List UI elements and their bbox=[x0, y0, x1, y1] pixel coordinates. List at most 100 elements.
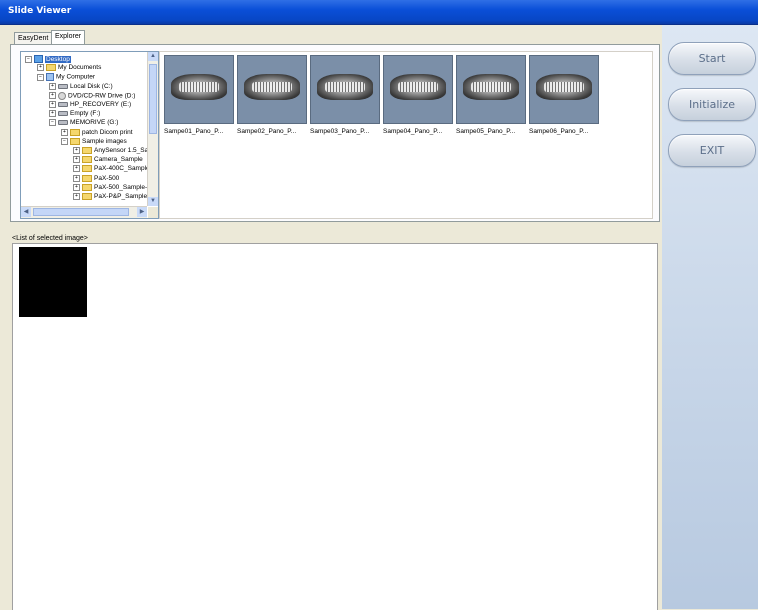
thumbnail-label: Sampe01_Pano_P... bbox=[164, 128, 224, 135]
collapse-icon[interactable]: − bbox=[25, 55, 32, 63]
tree-node[interactable]: + Local Disk (C:) bbox=[49, 82, 113, 91]
tree-node-label: PaX-500_Sample- bbox=[94, 184, 147, 192]
image-thumbnail-item[interactable]: Sampe02_Pano_P... bbox=[237, 55, 307, 135]
tree-node[interactable]: + PaX-500 bbox=[73, 174, 120, 183]
expand-icon[interactable]: + bbox=[73, 174, 80, 182]
thumbnail-label: Sampe03_Pano_P... bbox=[310, 128, 370, 135]
tree-node[interactable]: + DVD/CD-RW Drive (D:) bbox=[49, 91, 136, 100]
expand-icon[interactable]: + bbox=[61, 128, 68, 136]
expand-icon[interactable]: + bbox=[49, 82, 56, 90]
xray-teeth bbox=[179, 82, 219, 92]
scroll-left-icon[interactable]: ◀ bbox=[21, 207, 31, 217]
expand-icon[interactable]: + bbox=[73, 156, 80, 164]
xray-teeth bbox=[471, 82, 511, 92]
start-button[interactable]: Start bbox=[668, 42, 756, 75]
tree-vscroll-thumb[interactable] bbox=[149, 64, 157, 134]
image-thumbnail-item[interactable]: Sampe04_Pano_P... bbox=[383, 55, 453, 135]
title-bar: Slide Viewer bbox=[0, 0, 758, 25]
image-thumbnail-item[interactable]: Sampe06_Pano_P... bbox=[529, 55, 599, 135]
tree-node[interactable]: − Sample images bbox=[61, 137, 127, 146]
tree-node[interactable]: + patch Dicom print bbox=[61, 128, 133, 137]
drive-icon bbox=[58, 120, 68, 126]
tree-node-label: HP_RECOVERY (E:) bbox=[70, 101, 132, 109]
expand-icon[interactable]: + bbox=[49, 110, 56, 118]
tree-vertical-scrollbar[interactable]: ▲ ▼ bbox=[147, 52, 158, 206]
xray-teeth bbox=[325, 82, 365, 92]
tree-hscroll-thumb[interactable] bbox=[33, 208, 129, 216]
tree-node[interactable]: + HP_RECOVERY (E:) bbox=[49, 101, 131, 109]
folder-icon bbox=[46, 64, 56, 72]
thumbnail-panel: Sampe01_Pano_P... Sampe02_Pano_P... Sampe0… bbox=[159, 51, 653, 219]
tree-node-label: PaX-500 bbox=[94, 174, 120, 182]
tree-node[interactable]: + PaX-400C_Sample bbox=[73, 165, 147, 173]
expand-icon[interactable]: + bbox=[49, 101, 56, 108]
tree-node[interactable]: − Desktop bbox=[25, 55, 71, 63]
tree-node-label: PaX-P&P_Sample bbox=[94, 193, 147, 201]
cd-drive-icon bbox=[58, 91, 66, 100]
thumbnail-label: Sampe02_Pano_P... bbox=[237, 128, 297, 135]
collapse-icon[interactable]: − bbox=[61, 137, 68, 145]
collapse-icon[interactable]: − bbox=[37, 73, 44, 81]
image-thumbnail-item[interactable]: Sampe03_Pano_P... bbox=[310, 55, 380, 135]
tab-explorer[interactable]: Explorer bbox=[51, 30, 86, 45]
image-thumbnail-item[interactable]: Sampe05_Pano_P... bbox=[456, 55, 526, 135]
folder-tree[interactable]: − Desktop + My Documents − My Computer + Local … bbox=[20, 51, 159, 219]
folder-icon bbox=[82, 174, 92, 182]
thumbnail-label: Sampe06_Pano_P... bbox=[529, 128, 589, 135]
tree-horizontal-scrollbar[interactable]: ◀ ▶ bbox=[21, 206, 147, 218]
tree-node-label: Sample images bbox=[82, 138, 127, 146]
selected-list-label: <List of selected image> bbox=[12, 235, 88, 242]
drive-icon bbox=[58, 102, 68, 107]
panoramic-xray-image[interactable] bbox=[383, 55, 453, 124]
panoramic-xray-image[interactable] bbox=[164, 55, 234, 124]
initialize-button[interactable]: Initialize bbox=[668, 88, 756, 121]
scroll-right-icon[interactable]: ▶ bbox=[137, 207, 147, 217]
tree-node[interactable]: + Camera_Sample bbox=[73, 156, 143, 164]
tree-node-label: patch Dicom print bbox=[82, 128, 133, 136]
collapse-icon[interactable]: − bbox=[49, 119, 56, 127]
drive-icon bbox=[58, 83, 68, 89]
scroll-down-icon[interactable]: ▼ bbox=[148, 197, 158, 206]
scrollbar-corner bbox=[148, 207, 158, 218]
folder-icon bbox=[82, 156, 92, 164]
expand-icon[interactable]: + bbox=[37, 64, 44, 72]
exit-button[interactable]: EXIT bbox=[668, 134, 756, 167]
tree-node[interactable]: + PaX-P&P_Sample bbox=[73, 193, 147, 201]
image-thumbnail-item[interactable]: Sampe01_Pano_P... bbox=[164, 55, 234, 135]
tree-node[interactable]: − MEMORIVE (G:) bbox=[49, 119, 118, 127]
folder-icon bbox=[70, 137, 80, 145]
tab-easydent[interactable]: EasyDent bbox=[14, 32, 53, 44]
panoramic-xray-image[interactable] bbox=[237, 55, 307, 124]
tree-node[interactable]: + AnySensor 1.5_Sa bbox=[73, 147, 147, 155]
tree-node[interactable]: − My Computer bbox=[37, 73, 96, 82]
expand-icon[interactable]: + bbox=[73, 183, 80, 191]
selected-image-thumbnail[interactable] bbox=[19, 247, 87, 317]
panoramic-xray-image[interactable] bbox=[529, 55, 599, 124]
right-button-panel: Start Initialize EXIT bbox=[662, 25, 758, 609]
folder-icon bbox=[82, 183, 92, 191]
folder-icon bbox=[82, 165, 92, 173]
scroll-up-icon[interactable]: ▲ bbox=[148, 52, 158, 61]
tree-node[interactable]: + My Documents bbox=[37, 64, 101, 72]
xray-teeth bbox=[544, 82, 584, 92]
tree-node-label: AnySensor 1.5_Sa bbox=[94, 147, 147, 155]
tree-node[interactable]: + Empty (F:) bbox=[49, 110, 100, 118]
tree-node-label: DVD/CD-RW Drive (D:) bbox=[68, 92, 136, 100]
panoramic-xray-image[interactable] bbox=[310, 55, 380, 124]
tree-node-label: My Computer bbox=[56, 74, 96, 82]
expand-icon[interactable]: + bbox=[73, 165, 80, 173]
folder-tree-content: − Desktop + My Documents − My Computer + Local … bbox=[21, 52, 147, 206]
selected-image-list[interactable] bbox=[12, 243, 658, 610]
expand-icon[interactable]: + bbox=[73, 147, 80, 154]
expand-icon[interactable]: + bbox=[73, 193, 80, 200]
tree-node-label: Empty (F:) bbox=[70, 110, 101, 118]
tree-node[interactable]: + PaX-500_Sample- bbox=[73, 183, 147, 192]
folder-icon bbox=[82, 193, 92, 200]
tree-node-label: My Documents bbox=[58, 64, 102, 72]
panoramic-xray-image[interactable] bbox=[456, 55, 526, 124]
tree-node-label: MEMORIVE (G:) bbox=[70, 119, 119, 127]
expand-icon[interactable]: + bbox=[49, 92, 56, 100]
tree-node-label: Local Disk (C:) bbox=[70, 82, 113, 90]
tree-node-label: Camera_Sample bbox=[94, 156, 143, 164]
drive-icon bbox=[58, 111, 68, 117]
